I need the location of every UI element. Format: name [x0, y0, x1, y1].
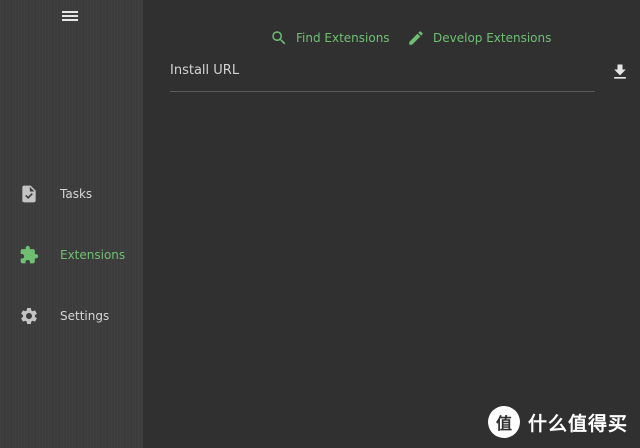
main-content: Find Extensions Develop Extensions Insta… [143, 0, 640, 448]
develop-extensions-label: Develop Extensions [433, 31, 552, 45]
sidebar-item-label: Tasks [60, 187, 93, 201]
hamburger-menu-icon[interactable] [60, 8, 80, 24]
task-file-check-icon [19, 184, 39, 204]
watermark: 值 什么值得买 [487, 406, 628, 438]
watermark-text: 什么值得买 [527, 412, 628, 435]
puzzle-piece-icon [19, 245, 39, 265]
watermark-logo: 值 [487, 406, 520, 438]
find-extensions-link[interactable]: Find Extensions [270, 28, 390, 48]
sidebar-item-settings[interactable]: Settings [0, 298, 143, 334]
sidebar-item-tasks[interactable]: Tasks [0, 176, 143, 212]
install-url-label: Install URL [170, 63, 240, 78]
app-window: Tasks Extensions Settings Find Extension… [0, 0, 640, 448]
search-icon [270, 29, 288, 47]
gear-icon [19, 306, 39, 326]
find-extensions-label: Find Extensions [296, 31, 390, 45]
sidebar-item-label: Settings [60, 309, 110, 323]
sidebar: Tasks Extensions Settings [0, 0, 143, 448]
develop-extensions-link[interactable]: Develop Extensions [407, 28, 551, 48]
sidebar-item-extensions[interactable]: Extensions [0, 237, 143, 273]
sidebar-item-label: Extensions [60, 248, 126, 262]
download-icon[interactable] [610, 62, 630, 82]
pencil-icon [407, 29, 425, 47]
